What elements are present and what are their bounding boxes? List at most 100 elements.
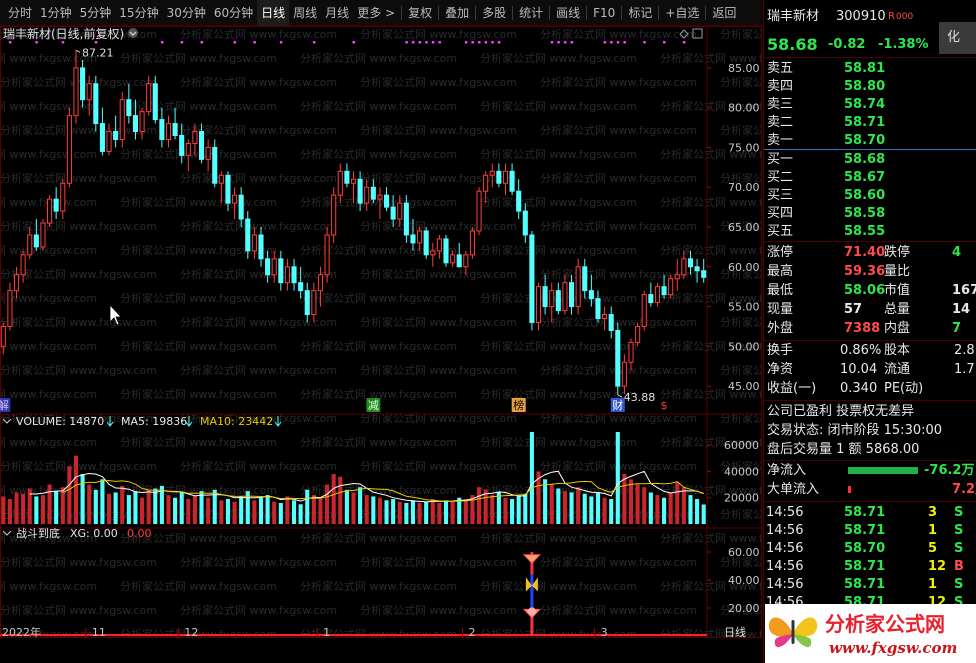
price-tick-label: 75.00 <box>728 141 760 154</box>
candle <box>66 107 72 188</box>
stat-label: 市值 <box>884 283 911 298</box>
period-badge[interactable]: 日线 <box>724 625 746 638</box>
bid-label: 买四 <box>767 206 794 221</box>
toolbar-action-4[interactable]: 画线 <box>552 0 584 26</box>
indicator-tick-label: 20.00 <box>728 602 760 615</box>
net-inflow-bar <box>848 467 918 474</box>
toolbar-action-7[interactable]: +自选 <box>661 0 703 26</box>
period-tab-9[interactable]: 更多 > <box>353 0 399 26</box>
event-marker[interactable]: 榜 <box>511 398 526 412</box>
candle <box>635 322 641 347</box>
low-label: 43.88 <box>624 391 656 404</box>
divider <box>764 460 976 461</box>
stock-code: 300910 <box>836 9 886 24</box>
period-tab-5[interactable]: 60分钟 <box>210 0 257 26</box>
volume-tick-label: 20000 <box>724 492 759 505</box>
bid-price: 58.68 <box>844 152 886 167</box>
volume-bar <box>40 495 45 524</box>
diamond-icon[interactable] <box>679 29 689 39</box>
chart-options-icon[interactable] <box>128 28 138 38</box>
stat-value: 14 <box>952 302 971 317</box>
rights-badge-number: 000 <box>896 12 914 22</box>
candle <box>238 187 244 227</box>
last-price: 58.68 <box>767 36 818 54</box>
candle <box>53 187 59 220</box>
period-tab-0[interactable]: 分时 <box>4 0 36 26</box>
net-inflow: 净流入 -76.2万 <box>764 462 976 480</box>
candle <box>668 274 674 299</box>
period-tab-6[interactable]: 日线 <box>257 0 290 26</box>
candle <box>13 266 20 299</box>
volume-bar <box>410 500 416 524</box>
candle <box>146 75 152 116</box>
volume-bar <box>331 474 336 524</box>
volume-bar <box>635 484 640 524</box>
candle <box>681 250 687 279</box>
volume-bar <box>126 495 131 524</box>
candle <box>463 250 469 275</box>
candle <box>549 282 555 323</box>
tick-qty: 3 <box>928 505 938 520</box>
bid-price: 58.67 <box>844 170 886 185</box>
candle <box>132 99 139 140</box>
signal-dot <box>233 41 237 44</box>
event-marker[interactable]: 解 <box>0 398 11 412</box>
candle <box>317 266 324 307</box>
volume-bar <box>695 499 700 524</box>
toolbar-action-5[interactable]: F10 <box>589 0 619 26</box>
kline-chart[interactable]: 85.00 80.00 75.00 70.00 65.00 60.00 55.00 50.00… <box>0 26 762 638</box>
period-tab-4[interactable]: 30分钟 <box>163 0 210 26</box>
ask-row: 卖三 58.74 <box>764 96 976 114</box>
period-tab-1[interactable]: 1分钟 <box>36 0 76 26</box>
toolbar-action-6[interactable]: 标记 <box>624 0 656 26</box>
volume-bar <box>318 497 323 524</box>
volume-bar <box>681 487 686 524</box>
event-marker[interactable]: 减 <box>366 398 381 412</box>
signal-dot <box>312 41 316 44</box>
event-marker[interactable]: 财 <box>610 398 625 412</box>
volume-bar <box>60 487 65 524</box>
period-tab-3[interactable]: 15分钟 <box>115 0 162 26</box>
toolbar-divider <box>658 5 660 20</box>
candle <box>172 107 178 140</box>
period-tab-2[interactable]: 5分钟 <box>76 0 116 26</box>
high-pointer <box>75 49 81 53</box>
candle <box>377 187 383 220</box>
chevron-down-icon[interactable] <box>2 530 12 536</box>
toolbar-action-8[interactable]: 返回 <box>708 0 740 26</box>
chevron-down-icon[interactable] <box>2 418 12 424</box>
maximize-icon[interactable] <box>692 28 703 39</box>
signal-dot <box>35 41 38 44</box>
volume-bar <box>371 496 376 524</box>
volume-bar <box>133 491 138 524</box>
period-tab-8[interactable]: 月线 <box>321 0 353 26</box>
volume-bar <box>476 487 482 524</box>
toolbar-action-3[interactable]: 统计 <box>515 0 547 26</box>
rights-badge: R <box>888 11 895 22</box>
volume-bar <box>595 492 601 524</box>
toolbar-action-2[interactable]: 多股 <box>478 0 510 26</box>
candle <box>225 171 231 212</box>
fund-label: 净资 <box>767 362 794 377</box>
arrow-down-icon <box>274 416 282 427</box>
fund-label: 换手 <box>767 343 794 358</box>
candle <box>450 250 456 267</box>
candle <box>258 227 264 267</box>
ask-row: 卖二 58.71 <box>764 114 976 132</box>
candle <box>496 163 502 188</box>
volume-bar <box>397 501 402 524</box>
volume-bar <box>285 496 290 524</box>
period-tab-7[interactable]: 周线 <box>289 0 321 26</box>
candle <box>562 274 568 315</box>
signal-dot <box>425 41 428 44</box>
event-marker[interactable]: $ <box>661 399 668 412</box>
indicator-name: 战斗到底 <box>16 526 60 540</box>
fund-label: 收益(一) <box>767 381 817 396</box>
trade-status: 交易状态: 闭市阶段 15:30:00 <box>764 422 976 440</box>
chart-frame <box>0 26 762 638</box>
volume-bar <box>192 495 197 524</box>
event-marker-label: 解 <box>0 398 9 412</box>
toolbar-action-1[interactable]: 叠加 <box>441 0 473 26</box>
toolbar-action-0[interactable]: 复权 <box>404 0 436 26</box>
stat-label: 跌停 <box>884 245 911 260</box>
